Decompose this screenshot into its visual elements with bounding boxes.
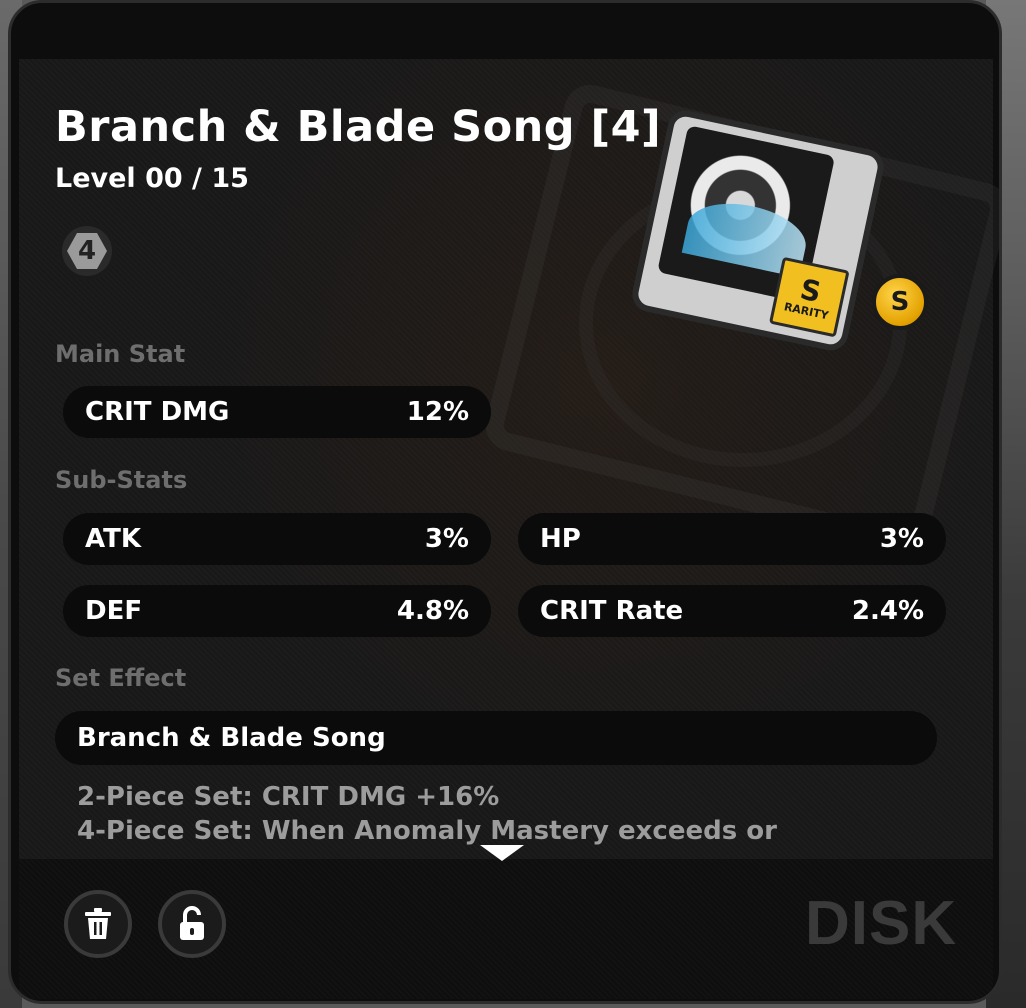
delete-button[interactable]	[64, 890, 132, 958]
lock-toggle-button[interactable]	[158, 890, 226, 958]
set-name-row: Branch & Blade Song	[55, 711, 937, 765]
sub-stat-row: ATK 3%	[63, 513, 491, 565]
set-name: Branch & Blade Song	[77, 723, 386, 753]
sub-stat-row: CRIT Rate 2.4%	[518, 585, 946, 637]
disk-watermark: DISK	[805, 889, 958, 958]
main-stat-row: CRIT DMG 12%	[63, 386, 491, 438]
sub-stats-label: Sub-Stats	[55, 466, 188, 494]
sub-stat-row: HP 3%	[518, 513, 946, 565]
main-stat-name: CRIT DMG	[85, 397, 230, 427]
disc-title: Branch & Blade Song [4]	[55, 102, 662, 152]
sub-stat-name: CRIT Rate	[540, 596, 684, 626]
set-effect-description: 2-Piece Set: CRIT DMG +16% 4-Piece Set: …	[77, 780, 777, 848]
slot-number: 4	[67, 233, 107, 269]
unlock-icon	[180, 906, 204, 940]
main-stat-value: 12%	[406, 397, 469, 427]
sub-stat-value: 4.8%	[396, 596, 469, 626]
rarity-letter: S	[797, 272, 825, 309]
chevron-down-icon[interactable]	[480, 845, 524, 861]
sub-stat-value: 3%	[879, 524, 924, 554]
disc-rarity-tag: S RARITY	[768, 256, 850, 338]
sub-stat-name: DEF	[85, 596, 143, 626]
slot-badge: 4	[58, 222, 116, 280]
disc-level: Level 00 / 15	[55, 163, 249, 194]
rank-badge: S	[872, 274, 928, 330]
set-effect-label: Set Effect	[55, 664, 187, 692]
set-effect-4pc: 4-Piece Set: When Anomaly Mastery exceed…	[77, 816, 777, 846]
trash-icon	[85, 908, 111, 939]
set-effect-2pc: 2-Piece Set: CRIT DMG +16%	[77, 782, 500, 812]
sub-stat-name: ATK	[85, 524, 141, 554]
sub-stat-value: 3%	[424, 524, 469, 554]
sub-stat-name: HP	[540, 524, 581, 554]
sub-stat-row: DEF 4.8%	[63, 585, 491, 637]
sub-stat-value: 2.4%	[851, 596, 924, 626]
main-stat-label: Main Stat	[55, 340, 186, 368]
